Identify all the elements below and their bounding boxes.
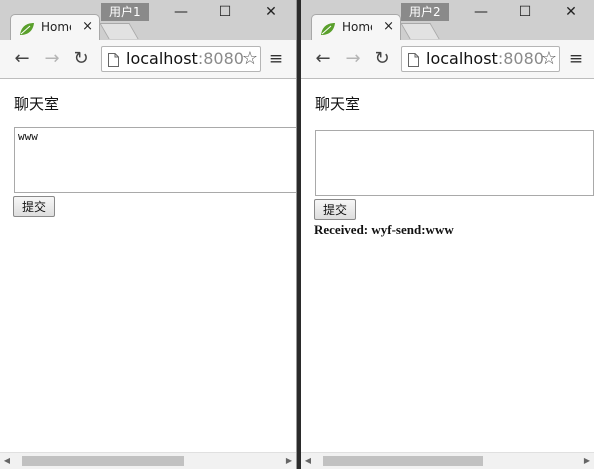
received-message: Received: wyf-send:www [314,222,454,237]
forward-button[interactable]: → [343,49,363,69]
browser-toolbar: ← → ↻ localhost:8080 ☆ ≡ [301,40,594,79]
page-icon [408,52,419,71]
browser-window-user1: 用户1 — ☐ ✕ Home × ← → ↻ localhost:8080 ☆ … [0,0,297,469]
minimize-button[interactable]: — [468,2,494,22]
bookmark-star-icon[interactable]: ☆ [541,47,557,71]
page-content: 聊天室 www 提交 [0,79,296,453]
title-bar: 用户2 — ☐ ✕ Home × [301,0,594,40]
browser-tab[interactable]: Home × [10,14,100,40]
browser-toolbar: ← → ↻ localhost:8080 ☆ ≡ [0,40,296,79]
message-textarea[interactable]: www [14,127,296,193]
reload-button[interactable]: ↻ [71,49,91,69]
page-content: 聊天室 提交 Received: wyf-send:www [301,79,594,453]
scroll-right-icon[interactable]: ▶ [282,453,296,469]
horizontal-scrollbar[interactable]: ◀ ▶ [301,452,594,469]
leaf-icon [19,20,35,40]
address-bar[interactable]: localhost:8080 ☆ [101,46,261,72]
page-icon [108,52,119,71]
maximize-button[interactable]: ☐ [512,2,538,22]
scroll-right-icon[interactable]: ▶ [580,453,594,469]
close-window-button[interactable]: ✕ [258,2,284,22]
url-text: localhost:8080 [126,49,244,68]
address-bar[interactable]: localhost:8080 ☆ [401,46,560,72]
forward-button[interactable]: → [42,49,62,69]
maximize-button[interactable]: ☐ [212,2,238,22]
back-button[interactable]: ← [313,49,333,69]
minimize-button[interactable]: — [168,2,194,22]
page-title: 聊天室 [14,95,60,113]
title-bar: 用户1 — ☐ ✕ Home × [0,0,296,40]
browser-window-user2: 用户2 — ☐ ✕ Home × ← → ↻ localhost:8080 ☆ … [301,0,594,469]
scroll-left-icon[interactable]: ◀ [0,453,14,469]
scroll-left-icon[interactable]: ◀ [301,453,315,469]
close-window-button[interactable]: ✕ [558,2,584,22]
tab-title: Home [41,20,71,34]
page-title: 聊天室 [315,95,361,113]
submit-button[interactable]: 提交 [13,196,55,217]
bookmark-star-icon[interactable]: ☆ [242,47,258,71]
user-label: 用户1 [101,3,149,21]
back-button[interactable]: ← [12,49,32,69]
reload-button[interactable]: ↻ [372,49,392,69]
scroll-thumb[interactable] [323,456,483,466]
tab-title: Home [342,20,372,34]
menu-icon[interactable]: ≡ [267,49,285,69]
submit-button[interactable]: 提交 [314,199,356,220]
leaf-icon [320,20,336,40]
new-tab-button[interactable] [400,23,440,39]
new-tab-button[interactable] [99,23,139,39]
url-text: localhost:8080 [426,49,544,68]
tab-close-icon[interactable]: × [82,15,93,39]
browser-tab[interactable]: Home × [311,14,401,40]
tab-close-icon[interactable]: × [383,15,394,39]
user-label: 用户2 [401,3,449,21]
horizontal-scrollbar[interactable]: ◀ ▶ [0,452,296,469]
message-textarea[interactable] [315,130,594,196]
menu-icon[interactable]: ≡ [567,49,585,69]
scroll-thumb[interactable] [22,456,184,466]
